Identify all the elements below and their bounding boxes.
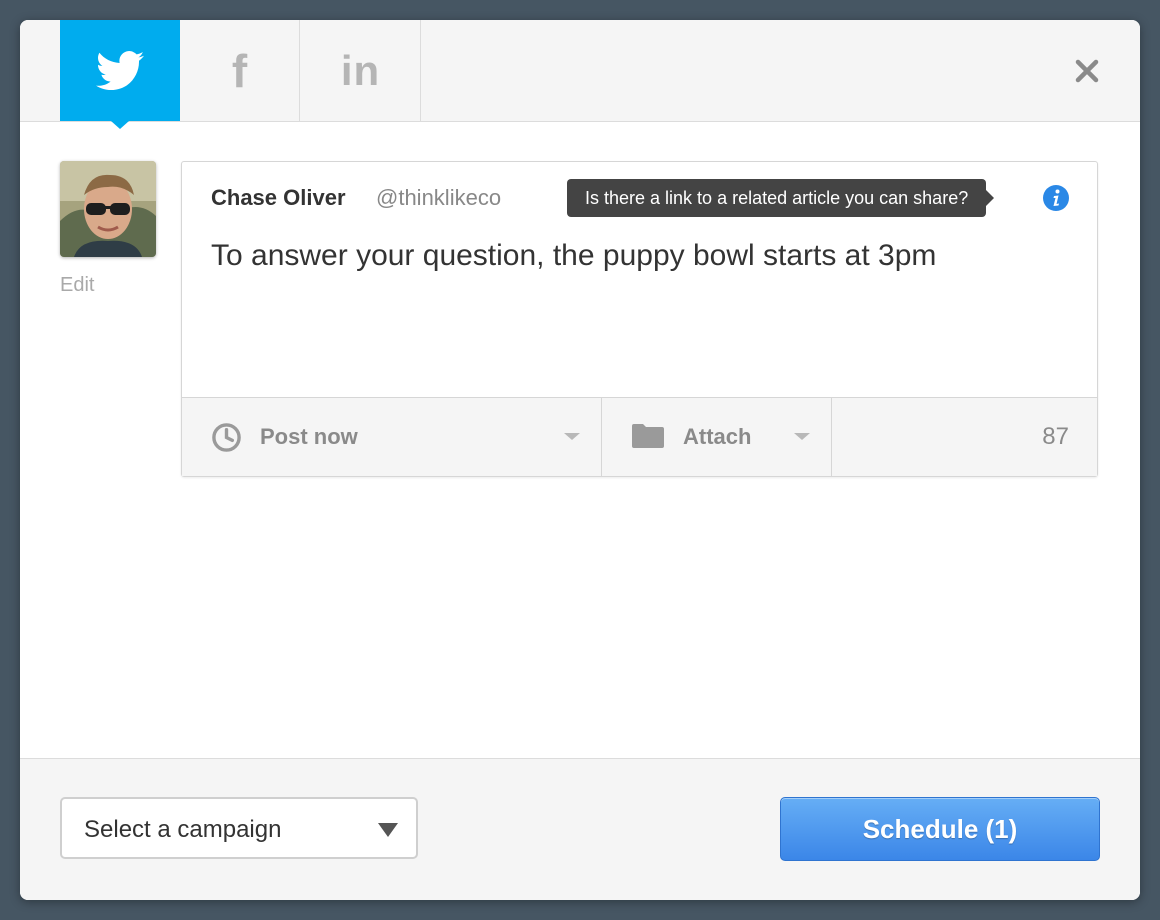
twitter-icon	[96, 50, 144, 90]
attach-dropdown[interactable]: Attach	[602, 398, 832, 476]
tweet-text-input[interactable]: To answer your question, the puppy bowl …	[211, 238, 1071, 274]
linkedin-icon: in	[340, 46, 381, 94]
tweet-composer: Chase Oliver @thinklikeco Is there a lin…	[181, 161, 1098, 477]
schedule-button[interactable]: Schedule (1)	[780, 797, 1100, 861]
network-tabs-header: f in	[20, 20, 1140, 129]
folder-icon	[632, 424, 664, 448]
campaign-placeholder: Select a campaign	[84, 816, 282, 843]
modal-footer: Select a campaign Schedule (1)	[20, 758, 1140, 900]
hint-tooltip: Is there a link to a related article you…	[567, 179, 995, 217]
composer-toolbar: Post now Attach 87	[182, 397, 1097, 476]
tab-twitter[interactable]	[60, 20, 180, 129]
chevron-down-icon	[564, 433, 580, 440]
facebook-icon: f	[231, 44, 248, 97]
character-counter: 87	[832, 398, 1097, 476]
close-icon	[1075, 59, 1099, 83]
avatar-photo	[60, 161, 156, 257]
edit-profile-link[interactable]: Edit	[60, 274, 94, 297]
post-now-label: Post now	[260, 424, 358, 449]
chevron-down-icon	[378, 823, 398, 837]
tab-facebook[interactable]: f	[180, 20, 300, 121]
campaign-select[interactable]: Select a campaign	[60, 797, 418, 859]
post-time-dropdown[interactable]: Post now	[182, 398, 602, 476]
active-tab-pointer	[111, 121, 129, 129]
info-icon[interactable]	[1042, 184, 1070, 212]
close-button[interactable]	[1074, 58, 1100, 84]
character-count: 87	[1042, 423, 1069, 450]
chevron-down-icon	[794, 433, 810, 440]
attach-label: Attach	[683, 424, 752, 449]
author-name: Chase Oliver	[211, 185, 346, 210]
compose-modal: f in Edit Chase Oliver @thinklikeco Is t…	[20, 20, 1140, 900]
avatar	[60, 161, 156, 257]
clock-icon	[212, 423, 241, 452]
author-handle: @thinklikeco	[376, 185, 502, 210]
tab-linkedin[interactable]: in	[301, 20, 421, 121]
